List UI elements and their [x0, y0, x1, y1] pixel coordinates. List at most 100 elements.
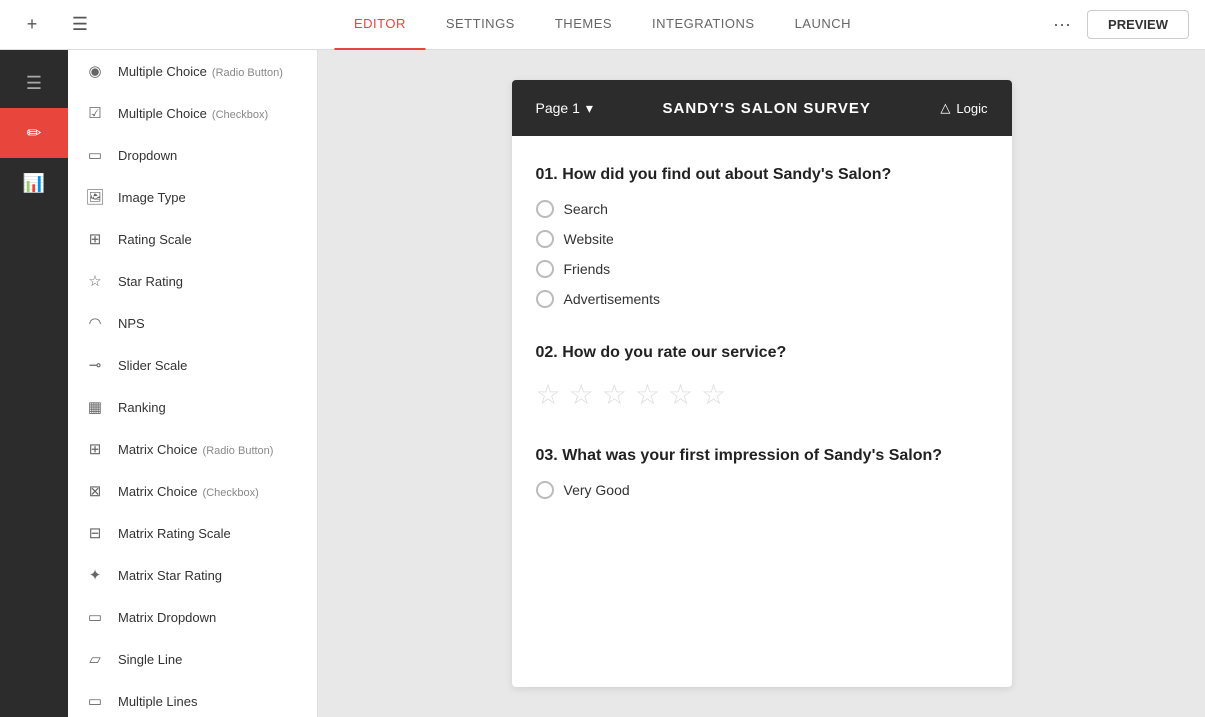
star-rating-icon: ☆	[84, 270, 106, 292]
sidebar-label-star-rating: Star Rating	[118, 274, 183, 289]
radio-circle	[536, 290, 554, 308]
sidebar-item-image-type[interactable]: 🖼Image Type	[68, 176, 317, 218]
radio-option-1-1[interactable]: Search	[536, 200, 988, 218]
nps-icon: ◠	[84, 312, 106, 334]
survey-title: SANDY'S SALON SURVEY	[663, 100, 871, 117]
nav-center: EDITORSETTINGSTHEMESINTEGRATIONSLAUNCH	[334, 0, 871, 50]
star-3[interactable]: ☆	[602, 378, 627, 411]
option-text: Very Good	[564, 482, 630, 498]
multiple-choice-checkbox-icon: ☑	[84, 102, 106, 124]
top-nav: + ☰ EDITORSETTINGSTHEMESINTEGRATIONSLAUN…	[0, 0, 1205, 50]
sidebar-item-slider-scale[interactable]: ⊸ Slider Scale	[68, 344, 317, 386]
logic-button[interactable]: △ Logic	[940, 100, 987, 116]
multiple-choice-radio-icon: ◉	[84, 60, 106, 82]
more-button[interactable]: ···	[1053, 14, 1071, 35]
nav-tab-launch[interactable]: LAUNCH	[775, 0, 871, 50]
sidebar-item-dropdown[interactable]: ▭Dropdown	[68, 134, 317, 176]
sidebar-item-multiple-choice-checkbox[interactable]: ☑ Multiple Choice (Checkbox)	[68, 92, 317, 134]
nav-tab-themes[interactable]: THEMES	[535, 0, 632, 50]
sidebar-label-matrix-rating-scale: Matrix Rating Scale	[118, 526, 231, 541]
main-layout: ☰✏📊 ◉ Multiple Choice (Radio Button) ☑ Mult…	[0, 50, 1205, 717]
sidebar-label-image-type: Image Type	[118, 190, 186, 205]
question-3: 03. What was your first impression of Sa…	[536, 447, 988, 499]
nav-tab-settings[interactable]: SETTINGS	[426, 0, 535, 50]
question-1: 01. How did you find out about Sandy's S…	[536, 166, 988, 308]
rating-scale-icon: ⊞	[84, 228, 106, 250]
menu-button[interactable]: ☰	[64, 9, 96, 41]
sidebar-item-matrix-star-rating[interactable]: ✦ Matrix Star Rating	[68, 554, 317, 596]
matrix-dropdown-icon: ▭	[84, 606, 106, 628]
sidebar-label-matrix-star-rating: Matrix Star Rating	[118, 568, 222, 583]
star-6[interactable]: ☆	[701, 378, 726, 411]
sidebar-item-matrix-choice-checkbox[interactable]: ⊠Matrix Choice (Checkbox)	[68, 470, 317, 512]
nav-right: ··· PREVIEW	[1053, 10, 1189, 39]
option-text: Advertisements	[564, 291, 660, 307]
survey-body: 01. How did you find out about Sandy's S…	[512, 136, 1012, 565]
radio-option-3-1[interactable]: Very Good	[536, 481, 988, 499]
sidebar-item-matrix-choice-radio[interactable]: ⊞Matrix Choice (Radio Button)	[68, 428, 317, 470]
logic-icon: △	[940, 100, 950, 116]
sidebar-sub-multiple-choice-checkbox: (Checkbox)	[209, 109, 268, 121]
radio-option-1-2[interactable]: Website	[536, 230, 988, 248]
edit-icon[interactable]: ✏	[0, 108, 68, 158]
option-text: Search	[564, 201, 608, 217]
matrix-star-rating-icon: ✦	[84, 564, 106, 586]
analytics-icon[interactable]: 📊	[0, 158, 68, 208]
ranking-icon: ▦	[84, 396, 106, 418]
star-4[interactable]: ☆	[635, 378, 660, 411]
sidebar-item-nps[interactable]: ◠NPS	[68, 302, 317, 344]
radio-circle	[536, 200, 554, 218]
sidebar-item-multiple-choice-radio[interactable]: ◉ Multiple Choice (Radio Button)	[68, 50, 317, 92]
sidebar-item-matrix-dropdown[interactable]: ▭Matrix Dropdown	[68, 596, 317, 638]
sidebar-item-matrix-rating-scale[interactable]: ⊟ Matrix Rating Scale	[68, 512, 317, 554]
sidebar-label-rating-scale: Rating Scale	[118, 232, 192, 247]
question-label-2: 02. How do you rate our service?	[536, 344, 988, 362]
star-1[interactable]: ☆	[536, 378, 561, 411]
option-text: Website	[564, 231, 614, 247]
main-content: Page 1 ▾ SANDY'S SALON SURVEY △ Logic 01…	[318, 50, 1205, 717]
single-line-icon: ▱	[84, 648, 106, 670]
page-label: Page 1	[536, 100, 580, 116]
survey-header: Page 1 ▾ SANDY'S SALON SURVEY △ Logic	[512, 80, 1012, 136]
add-button[interactable]: +	[16, 9, 48, 41]
slider-scale-icon: ⊸	[84, 354, 106, 376]
nav-tab-editor[interactable]: EDITOR	[334, 0, 426, 50]
matrix-rating-scale-icon: ⊟	[84, 522, 106, 544]
sidebar-label-dropdown: Dropdown	[118, 148, 177, 163]
sidebar-label-multiple-lines: Multiple Lines	[118, 694, 198, 709]
sidebar-label-multiple-choice-radio: Multiple Choice	[118, 64, 207, 79]
sidebar-sub-matrix-choice-radio: (Radio Button)	[199, 445, 273, 457]
star-5[interactable]: ☆	[668, 378, 693, 411]
sidebar-item-single-line[interactable]: ▱Single Line	[68, 638, 317, 680]
icon-sidebar: ☰✏📊	[0, 50, 68, 717]
sidebar-item-ranking[interactable]: ▦ Ranking	[68, 386, 317, 428]
radio-circle	[536, 230, 554, 248]
star-2[interactable]: ☆	[569, 378, 594, 411]
radio-circle	[536, 260, 554, 278]
sidebar-sub-matrix-choice-checkbox: (Checkbox)	[199, 487, 258, 499]
sidebar-label-slider-scale: Slider Scale	[118, 358, 187, 373]
page-dropdown-icon: ▾	[586, 100, 593, 117]
radio-circle	[536, 481, 554, 499]
sidebar-item-star-rating[interactable]: ☆ Star Rating	[68, 260, 317, 302]
sidebar-sub-multiple-choice-radio: (Radio Button)	[209, 67, 283, 79]
logic-label: Logic	[956, 101, 987, 116]
preview-button[interactable]: PREVIEW	[1087, 10, 1189, 39]
forms-icon[interactable]: ☰	[0, 58, 68, 108]
question-2: 02. How do you rate our service?☆☆☆☆☆☆	[536, 344, 988, 411]
sidebar-label-multiple-choice-checkbox: Multiple Choice	[118, 106, 207, 121]
question-label-3: 03. What was your first impression of Sa…	[536, 447, 988, 465]
sidebar-item-rating-scale[interactable]: ⊞ Rating Scale	[68, 218, 317, 260]
nav-left: + ☰	[16, 9, 96, 41]
star-rating-row-2: ☆☆☆☆☆☆	[536, 378, 988, 411]
question-label-1: 01. How did you find out about Sandy's S…	[536, 166, 988, 184]
sidebar-label-ranking: Ranking	[118, 400, 166, 415]
sidebar-label-matrix-choice-checkbox: Matrix Choice	[118, 484, 197, 499]
nav-tab-integrations[interactable]: INTEGRATIONS	[632, 0, 775, 50]
sidebar-label-matrix-choice-radio: Matrix Choice	[118, 442, 197, 457]
multiple-lines-icon: ▭	[84, 690, 106, 712]
sidebar-item-multiple-lines[interactable]: ▭ Multiple Lines	[68, 680, 317, 717]
radio-option-1-3[interactable]: Friends	[536, 260, 988, 278]
survey-page-selector[interactable]: Page 1 ▾	[536, 100, 593, 117]
radio-option-1-4[interactable]: Advertisements	[536, 290, 988, 308]
